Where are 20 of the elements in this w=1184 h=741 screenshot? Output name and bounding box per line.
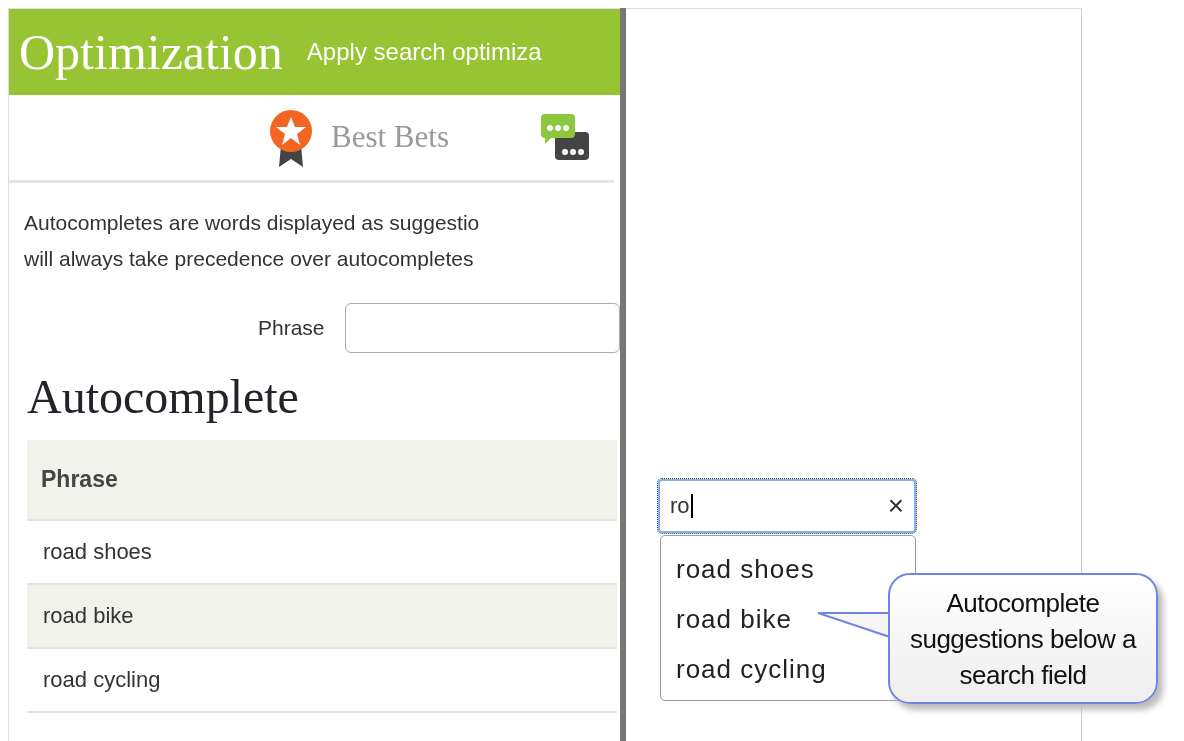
search-field[interactable]: ro × [658, 479, 916, 533]
suggestion-item[interactable]: road shoes [661, 544, 830, 594]
phrase-input[interactable] [344, 303, 620, 353]
field-label: Phrase [258, 315, 325, 342]
table-cell: road shoes [27, 519, 617, 584]
page-title: Optimization [19, 22, 283, 82]
chat-bubbles-icon[interactable] [541, 113, 589, 162]
column-header: Phrase [27, 439, 617, 520]
search-value: ro [670, 494, 693, 518]
page-subtitle: Apply search optimiza [306, 37, 542, 67]
suggestion-item[interactable]: road bike [661, 594, 807, 644]
table-cell: road cycling [27, 647, 617, 712]
section-title: Autocomplete [27, 371, 300, 424]
description-text: will always take precedence over autocompletes [24, 246, 475, 272]
ribbon-star-icon [269, 108, 313, 167]
description-text: Autocompletes are words displayed as suggestio [24, 210, 481, 236]
table-cell: road bike [27, 583, 617, 648]
callout-bubble: Autocomplete suggestions below a search field [888, 573, 1158, 704]
suggestion-item[interactable]: road cycling [661, 644, 842, 694]
clear-button[interactable]: × [887, 492, 904, 520]
